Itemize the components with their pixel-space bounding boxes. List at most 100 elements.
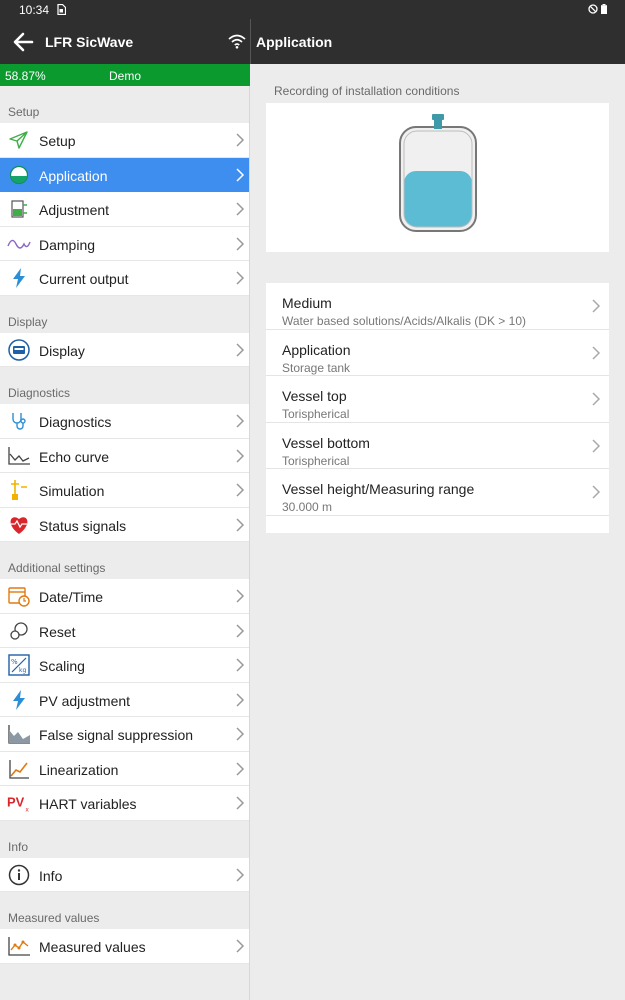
chevron-right-icon bbox=[236, 658, 245, 672]
status-bar: 10:34 bbox=[0, 0, 625, 19]
param-vessel-bottom[interactable]: Vessel bottom Torispherical bbox=[266, 423, 609, 469]
chevron-right-icon bbox=[236, 167, 245, 182]
chevron-right-icon bbox=[236, 589, 245, 603]
param-vessel-top[interactable]: Vessel top Torispherical bbox=[266, 376, 609, 423]
parameter-list: Medium Water based solutions/Acids/Alkal… bbox=[266, 283, 609, 533]
sidebar-item-reset[interactable]: Reset bbox=[0, 613, 249, 648]
param-name: Vessel top bbox=[282, 388, 347, 404]
wifi-icon[interactable] bbox=[228, 33, 246, 49]
chevron-right-icon bbox=[236, 448, 245, 463]
pv-icon: PV x bbox=[7, 792, 31, 814]
chevron-right-icon bbox=[236, 761, 245, 776]
section-header-setup: Setup bbox=[8, 105, 40, 119]
section-header-measured-values: Measured values bbox=[8, 911, 100, 925]
sidebar-item-label: Status signals bbox=[39, 517, 127, 534]
section-header-diagnostics: Diagnostics bbox=[8, 386, 71, 400]
sidebar-item-status-signals[interactable]: Status signals bbox=[0, 507, 249, 542]
installation-caption: Recording of installation conditions bbox=[274, 84, 460, 98]
sidebar-item-echo-curve[interactable]: Echo curve bbox=[0, 438, 249, 473]
stethoscope-icon bbox=[7, 410, 31, 432]
chevron-right-icon bbox=[236, 414, 245, 428]
chevron-right-icon bbox=[236, 939, 245, 953]
sidebar-item-label: Application bbox=[39, 167, 108, 184]
progress-percent: 58.87% bbox=[5, 69, 46, 83]
param-vessel-height[interactable]: Vessel height/Measuring range 30.000 m bbox=[266, 469, 609, 516]
sidebar-item-scaling[interactable]: % kg Scaling bbox=[0, 648, 249, 683]
progress-bar: 58.87% Demo bbox=[0, 64, 250, 86]
simulation-icon bbox=[7, 479, 31, 501]
param-name: Vessel bottom bbox=[282, 434, 370, 451]
sidebar-item-setup[interactable]: Setup bbox=[0, 123, 249, 158]
sidebar-item-diagnostics[interactable]: Diagnostics bbox=[0, 404, 249, 439]
sidebar: Setup Setup Application Adjustment Dampi… bbox=[0, 86, 250, 1000]
lightning-icon bbox=[7, 267, 31, 289]
param-value: 30.000 m bbox=[282, 500, 333, 514]
sidebar-item-current-output[interactable]: Current output bbox=[0, 261, 249, 296]
param-application[interactable]: Application Storage tank bbox=[266, 330, 609, 376]
chevron-right-icon bbox=[592, 392, 601, 406]
tank-illustration-card bbox=[266, 103, 609, 252]
param-name: Application bbox=[282, 341, 351, 358]
sidebar-item-label: Info bbox=[39, 867, 63, 884]
sidebar-item-label: Current output bbox=[39, 271, 129, 287]
param-name: Medium bbox=[282, 295, 332, 311]
chevron-right-icon bbox=[592, 485, 601, 499]
measured-values-icon bbox=[7, 935, 31, 957]
sidebar-item-label: Diagnostics bbox=[39, 414, 112, 430]
adjustment-icon bbox=[7, 198, 31, 220]
sidebar-item-label: Measured values bbox=[39, 939, 146, 955]
back-arrow-icon[interactable] bbox=[12, 31, 34, 53]
sidebar-item-date-time[interactable]: Date/Time bbox=[0, 579, 249, 614]
param-medium[interactable]: Medium Water based solutions/Acids/Alkal… bbox=[266, 283, 609, 330]
param-name: Vessel height/Measuring range bbox=[282, 481, 475, 497]
chevron-right-icon bbox=[236, 867, 245, 882]
sidebar-item-label: Scaling bbox=[39, 658, 85, 674]
sim-card-icon bbox=[57, 4, 66, 15]
left-app-bar: LFR SicWave bbox=[0, 19, 250, 64]
sidebar-item-label: PV adjustment bbox=[39, 692, 131, 709]
svg-text:%: % bbox=[11, 658, 18, 666]
status-icons bbox=[588, 4, 607, 14]
svg-text:PV: PV bbox=[7, 795, 25, 810]
section-header-display: Display bbox=[8, 314, 48, 329]
sidebar-item-simulation[interactable]: Simulation bbox=[0, 473, 249, 508]
battery-icon bbox=[601, 4, 607, 14]
sidebar-item-label: False signal suppression bbox=[39, 727, 194, 743]
sidebar-item-pv-adjustment[interactable]: PV adjustment bbox=[0, 682, 249, 717]
sidebar-item-adjustment[interactable]: Adjustment bbox=[0, 192, 249, 227]
sidebar-item-false-signal-suppression[interactable]: False signal suppression bbox=[0, 717, 249, 752]
display-icon bbox=[7, 338, 31, 361]
echo-curve-icon bbox=[7, 445, 31, 467]
chevron-right-icon bbox=[236, 236, 245, 251]
sidebar-item-label: Adjustment bbox=[39, 202, 110, 218]
info-icon bbox=[7, 864, 31, 886]
sidebar-item-application[interactable]: Application bbox=[0, 157, 249, 192]
svg-text:kg: kg bbox=[19, 667, 26, 674]
false-signal-icon bbox=[7, 723, 31, 745]
status-time: 10:34 bbox=[19, 3, 50, 17]
sidebar-item-linearization[interactable]: Linearization bbox=[0, 751, 249, 786]
sidebar-item-info[interactable]: Info bbox=[0, 857, 249, 892]
chevron-right-icon bbox=[236, 202, 245, 216]
param-value: Torispherical bbox=[282, 407, 350, 421]
mode-label: Demo bbox=[109, 69, 142, 83]
section-header-additional-settings: Additional settings bbox=[8, 561, 106, 575]
tank-icon bbox=[7, 164, 31, 186]
sidebar-item-hart-variables[interactable]: PV x HART variables bbox=[0, 786, 249, 821]
wave-icon bbox=[7, 233, 31, 255]
chevron-right-icon bbox=[236, 517, 245, 532]
chevron-right-icon bbox=[236, 796, 245, 810]
sidebar-item-damping[interactable]: Damping bbox=[0, 226, 249, 261]
chevron-right-icon bbox=[592, 299, 601, 313]
calendar-clock-icon bbox=[7, 585, 31, 607]
sidebar-item-measured-values[interactable]: Measured values bbox=[0, 929, 249, 964]
heartbeat-icon bbox=[7, 514, 31, 536]
sidebar-item-label: Echo curve bbox=[39, 448, 110, 465]
sidebar-item-display[interactable]: Display bbox=[0, 332, 249, 367]
device-title: LFR SicWave bbox=[45, 34, 134, 50]
chevron-right-icon bbox=[236, 483, 245, 497]
sidebar-item-label: Linearization bbox=[39, 761, 119, 778]
do-not-disturb-icon bbox=[588, 4, 598, 14]
chevron-right-icon bbox=[236, 271, 245, 285]
page-title: Application bbox=[256, 34, 333, 50]
